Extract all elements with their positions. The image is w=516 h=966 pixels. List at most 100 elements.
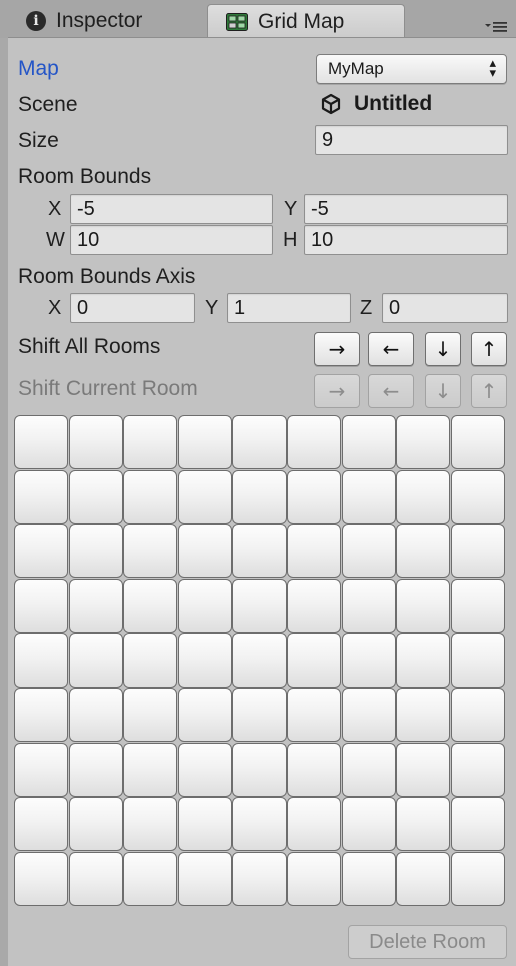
grid-cell[interactable] bbox=[68, 797, 123, 852]
grid-cell[interactable] bbox=[68, 687, 123, 743]
grid-cell[interactable] bbox=[286, 797, 342, 852]
grid-cell[interactable] bbox=[68, 851, 123, 907]
grid-cell[interactable] bbox=[396, 524, 451, 579]
grid-cell[interactable] bbox=[123, 578, 178, 634]
room-bounds-w-input[interactable]: 10 bbox=[70, 225, 273, 255]
grid-cell[interactable] bbox=[123, 469, 178, 524]
grid-cell[interactable] bbox=[232, 524, 287, 579]
grid-cell[interactable] bbox=[450, 469, 506, 524]
grid-cell[interactable] bbox=[450, 797, 506, 852]
grid-cell[interactable] bbox=[177, 742, 233, 797]
grid-cell[interactable] bbox=[14, 797, 69, 852]
grid-cell[interactable] bbox=[286, 851, 342, 907]
shift-all-left-button[interactable]: ← bbox=[368, 332, 414, 366]
grid-cell[interactable] bbox=[450, 415, 506, 470]
grid-cell[interactable] bbox=[232, 469, 287, 524]
grid-cell[interactable] bbox=[68, 742, 123, 797]
shift-all-down-button[interactable]: ↓ bbox=[425, 332, 461, 366]
axis-y-input[interactable]: 1 bbox=[227, 293, 351, 323]
grid-cell[interactable] bbox=[14, 851, 69, 907]
grid-cell[interactable] bbox=[450, 524, 506, 579]
scene-value[interactable]: Untitled bbox=[320, 92, 432, 116]
grid-cell[interactable] bbox=[14, 578, 69, 634]
size-input[interactable]: 9 bbox=[315, 125, 508, 155]
shift-current-down-button[interactable]: ↓ bbox=[425, 374, 461, 408]
grid-cell[interactable] bbox=[450, 742, 506, 797]
grid-cell[interactable] bbox=[286, 469, 342, 524]
grid-cell[interactable] bbox=[286, 633, 342, 688]
grid-cell[interactable] bbox=[232, 797, 287, 852]
grid-cell[interactable] bbox=[68, 469, 123, 524]
grid-cell[interactable] bbox=[232, 687, 287, 743]
room-bounds-x-input[interactable]: -5 bbox=[70, 194, 273, 224]
grid-cell[interactable] bbox=[68, 524, 123, 579]
grid-cell[interactable] bbox=[123, 851, 178, 907]
grid-cell[interactable] bbox=[123, 797, 178, 852]
axis-x-input[interactable]: 0 bbox=[70, 293, 195, 323]
grid-cell[interactable] bbox=[286, 742, 342, 797]
grid-cell[interactable] bbox=[341, 578, 396, 634]
room-bounds-y-input[interactable]: -5 bbox=[304, 194, 508, 224]
grid-cell[interactable] bbox=[450, 578, 506, 634]
grid-cell[interactable] bbox=[286, 687, 342, 743]
grid-cell[interactable] bbox=[14, 742, 69, 797]
room-bounds-h-input[interactable]: 10 bbox=[304, 225, 508, 255]
grid-cell[interactable] bbox=[123, 633, 178, 688]
grid-cell[interactable] bbox=[177, 633, 233, 688]
grid-cell[interactable] bbox=[177, 687, 233, 743]
grid-cell[interactable] bbox=[341, 633, 396, 688]
grid-cell[interactable] bbox=[286, 524, 342, 579]
grid-cell[interactable] bbox=[232, 633, 287, 688]
grid-cell[interactable] bbox=[14, 469, 69, 524]
grid-cell[interactable] bbox=[341, 524, 396, 579]
grid-cell[interactable] bbox=[232, 578, 287, 634]
grid-cell[interactable] bbox=[396, 415, 451, 470]
axis-z-input[interactable]: 0 bbox=[382, 293, 508, 323]
grid-cell[interactable] bbox=[286, 415, 342, 470]
grid-cell[interactable] bbox=[286, 578, 342, 634]
tab-grid-map[interactable]: Grid Map bbox=[207, 4, 405, 38]
grid-cell[interactable] bbox=[68, 633, 123, 688]
shift-current-left-button[interactable]: ← bbox=[368, 374, 414, 408]
tab-inspector[interactable]: i Inspector bbox=[8, 4, 204, 38]
grid-cell[interactable] bbox=[232, 415, 287, 470]
grid-cell[interactable] bbox=[341, 797, 396, 852]
delete-room-button[interactable]: Delete Room bbox=[348, 925, 507, 959]
grid-cell[interactable] bbox=[450, 633, 506, 688]
grid-cell[interactable] bbox=[14, 687, 69, 743]
shift-current-up-button[interactable]: ↑ bbox=[471, 374, 507, 408]
grid-cell[interactable] bbox=[341, 851, 396, 907]
grid-cell[interactable] bbox=[396, 469, 451, 524]
grid-cell[interactable] bbox=[396, 851, 451, 907]
map-dropdown[interactable]: MyMap ▴ ▾ bbox=[316, 54, 507, 84]
grid-cell[interactable] bbox=[341, 687, 396, 743]
grid-cell[interactable] bbox=[232, 851, 287, 907]
grid-cell[interactable] bbox=[123, 687, 178, 743]
grid-cell[interactable] bbox=[396, 578, 451, 634]
grid-cell[interactable] bbox=[396, 687, 451, 743]
grid-cell[interactable] bbox=[177, 524, 233, 579]
shift-all-up-button[interactable]: ↑ bbox=[471, 332, 507, 366]
shift-current-right-button[interactable]: → bbox=[314, 374, 360, 408]
grid-cell[interactable] bbox=[123, 415, 178, 470]
grid-cell[interactable] bbox=[341, 415, 396, 470]
grid-cell[interactable] bbox=[396, 633, 451, 688]
grid-cell[interactable] bbox=[123, 742, 178, 797]
grid-cell[interactable] bbox=[177, 851, 233, 907]
grid-cell[interactable] bbox=[14, 415, 69, 470]
grid-cell[interactable] bbox=[14, 633, 69, 688]
grid-cell[interactable] bbox=[396, 742, 451, 797]
grid-cell[interactable] bbox=[177, 469, 233, 524]
grid-cell[interactable] bbox=[232, 742, 287, 797]
grid-cell[interactable] bbox=[14, 524, 69, 579]
grid-cell[interactable] bbox=[177, 415, 233, 470]
grid-cell[interactable] bbox=[123, 524, 178, 579]
grid-cell[interactable] bbox=[177, 797, 233, 852]
grid-cell[interactable] bbox=[68, 578, 123, 634]
grid-cell[interactable] bbox=[450, 851, 506, 907]
grid-cell[interactable] bbox=[341, 742, 396, 797]
grid-cell[interactable] bbox=[68, 415, 123, 470]
panel-menu-icon[interactable] bbox=[484, 20, 508, 34]
shift-all-right-button[interactable]: → bbox=[314, 332, 360, 366]
grid-cell[interactable] bbox=[450, 687, 506, 743]
